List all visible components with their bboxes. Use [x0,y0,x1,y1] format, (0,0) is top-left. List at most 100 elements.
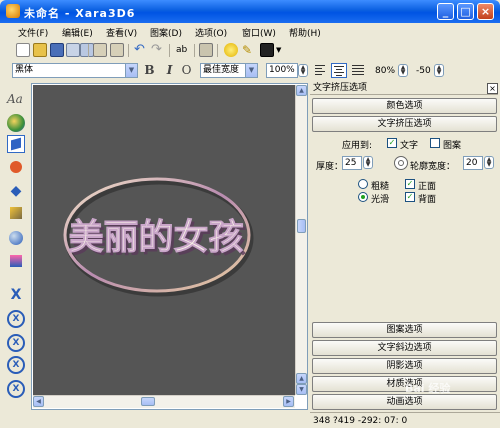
design-canvas[interactable]: 美丽的女孩 美丽的女孩 [33,85,295,395]
title-bar: 未命名 - Xara3D6 _ □ × [0,0,500,23]
animation-options-button[interactable]: 动画选项 [312,394,497,410]
app-icon[interactable] [6,4,20,18]
menu-options[interactable]: 选项(O) [195,26,227,39]
undo-icon[interactable]: ↶ [134,43,148,57]
color-options-button[interactable]: 颜色选项 [312,98,497,114]
minimize-button[interactable]: _ [437,3,454,20]
menu-file[interactable]: 文件(F) [18,26,48,39]
edit-design-icon[interactable] [199,43,213,57]
apply-to-label: 应用到: [342,141,373,151]
char-spacing-value: -50 [416,66,431,76]
canvas-vertical-scrollbar[interactable]: ▲ ▲ ▼ [295,85,307,395]
rotate-free-icon[interactable]: X [7,380,25,398]
outline-width-label: 轮廓宽度： [410,162,456,172]
shadow-icon[interactable] [7,204,25,222]
apply-text-checkbox[interactable]: ✓ [387,138,397,148]
bevel-options-button[interactable]: 文字斜边选项 [312,340,497,356]
toolbar-separator [128,44,129,57]
menu-help[interactable]: 帮助(H) [289,26,321,39]
toolbar-separator [88,44,89,57]
italic-button[interactable]: I [162,63,177,78]
lighting-icon[interactable] [7,252,25,270]
menu-window[interactable]: 窗口(W) [242,26,276,39]
horizontal-scroll-thumb[interactable] [141,397,155,406]
font-toolbar: 黑体 ▼ B I O 最佳宽度 ▼ 100% ▲ ▼ 80% ▲ ▼ -50 ▲ ▼ [0,61,500,81]
char-spacing-spinner[interactable]: ▲ ▼ [434,64,444,77]
back-checkbox[interactable]: ✓ [405,192,415,202]
rotate-y-icon[interactable]: X [7,334,25,352]
watermark: Bai 经验 [405,382,451,395]
canvas-horizontal-scrollbar[interactable]: ◀ ▶ [33,395,295,408]
vertical-scroll-thumb[interactable] [297,219,306,233]
outline-width-spinner[interactable]: ▲ ▼ [484,156,494,169]
animation-x-icon[interactable]: X [7,286,25,304]
apply-pattern-checkbox[interactable] [430,138,440,148]
panel-title: 文字挤压选项 [310,82,498,95]
align-right-button[interactable] [350,63,366,78]
export-icon[interactable] [66,43,80,57]
menu-view[interactable]: 查看(V) [106,26,137,39]
panel-close-icon[interactable]: × [487,83,498,94]
align-left-button[interactable] [313,63,329,78]
rough-radio[interactable] [358,179,368,189]
extrude-options-button[interactable]: 文字挤压选项 [312,116,497,132]
rotate-z-icon[interactable]: X [7,356,25,374]
maximize-button[interactable]: □ [457,3,474,20]
print-icon[interactable] [80,43,94,57]
toolbar-separator [217,44,218,57]
magic-wand-icon[interactable]: ✎ [242,43,256,57]
chevron-down-icon[interactable]: ▼ [245,64,257,77]
background-color-icon[interactable] [260,43,274,57]
extrude-icon[interactable] [7,135,25,153]
new-file-icon[interactable] [16,43,30,57]
scroll-up-page-icon[interactable]: ▲ [296,373,307,384]
outline-button[interactable]: O [179,63,194,78]
light-bulb-icon[interactable] [224,43,238,57]
chevron-down-icon[interactable]: ▼ [276,43,284,57]
outline-width-input[interactable]: 20 [463,156,483,170]
rough-label: 粗糙 [371,182,390,192]
font-family-select[interactable]: 黑体 ▼ [12,63,138,78]
scroll-up-icon[interactable]: ▲ [296,85,307,96]
front-checkbox[interactable]: ✓ [405,179,415,189]
menu-design[interactable]: 图案(D) [150,26,182,39]
canvas-drawing: 美丽的女孩 美丽的女孩 [63,177,254,297]
pattern-icon[interactable] [7,158,25,176]
zoom-field[interactable]: 100% [266,63,298,78]
smooth-radio[interactable] [358,192,368,202]
depth-input[interactable]: 25 [342,156,362,170]
zoom-value: 100% [269,65,295,75]
redo-icon[interactable]: ↷ [151,43,165,57]
chevron-down-icon[interactable]: ▼ [125,64,137,77]
menu-edit[interactable]: 编辑(E) [62,26,93,39]
panel-title-text: 文字挤压选项 [313,83,368,93]
save-icon[interactable] [50,43,64,57]
pattern-options-button[interactable]: 图案选项 [312,322,497,338]
window-title: 未命名 - Xara3D6 [24,7,136,20]
import-icon[interactable] [93,43,107,57]
open-folder-icon[interactable] [33,43,47,57]
smooth-label: 光滑 [371,195,390,205]
align-center-button[interactable] [331,63,347,78]
close-button[interactable]: × [477,3,494,20]
export-image-icon[interactable] [110,43,124,57]
options-panel: 文字挤压选项 × 颜色选项 文字挤压选项 应用到: ✓ 文字 图案 厚度： 25… [310,82,500,412]
width-mode-select[interactable]: 最佳宽度 ▼ [200,63,258,78]
line-spacing-spinner[interactable]: ▲ ▼ [398,64,408,77]
scroll-right-icon[interactable]: ▶ [283,396,294,407]
main-toolbar: ↶ ↷ ab ✎ ▼ [0,41,500,60]
zoom-spinner[interactable]: ▲ ▼ [298,64,308,77]
bevel-icon[interactable]: ◆ [7,182,25,200]
toolbar-separator [194,44,195,57]
scroll-down-icon[interactable]: ▼ [296,384,307,395]
color-palette-icon[interactable] [7,114,25,132]
material-icon[interactable] [7,229,25,247]
depth-spinner[interactable]: ▲ ▼ [363,156,373,169]
shadow-options-button[interactable]: 阴影选项 [312,358,497,374]
status-bar: 348 ?419 -292: 07: 0 [310,412,500,428]
rotate-x-icon[interactable]: X [7,310,25,328]
scroll-left-icon[interactable]: ◀ [33,396,44,407]
text-options-icon[interactable]: Aa [7,92,25,110]
bold-button[interactable]: B [142,63,157,78]
text-icon[interactable]: ab [176,43,190,57]
